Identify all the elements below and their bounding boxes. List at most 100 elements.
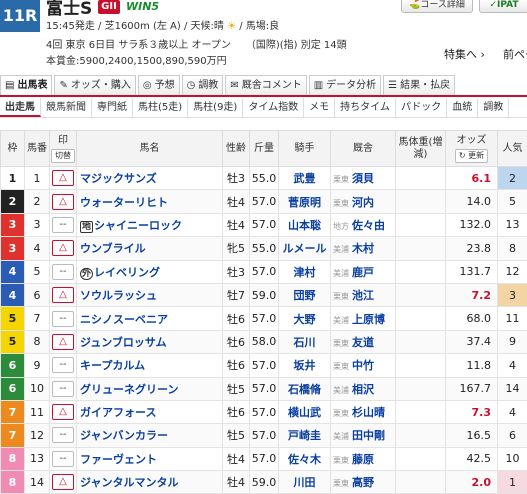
jockey-link[interactable]: 坂井 <box>294 359 316 372</box>
trainer-link[interactable]: 木村 <box>352 242 374 255</box>
table-row[interactable]: 813--ファーヴェント牡457.0佐々木栗東藤原42.510 <box>1 447 527 470</box>
table-row[interactable]: 45--外レイベリング牡357.0津村美浦鹿戸131.712 <box>1 260 527 283</box>
mark-select[interactable]: -- <box>52 357 74 373</box>
odds-cell[interactable]: 37.4 <box>446 330 498 353</box>
trainer-link[interactable]: 河内 <box>352 196 374 209</box>
odds-cell[interactable]: 167.7 <box>446 377 498 400</box>
table-row[interactable]: 34△ウンブライル牝555.0ルメール美浦木村23.88 <box>1 237 527 260</box>
table-row[interactable]: 57--ニシノスーベニア牡657.0大野美浦上原博68.011 <box>1 307 527 330</box>
trainer-link[interactable]: 池江 <box>352 289 374 302</box>
mark-select[interactable]: -- <box>52 427 74 443</box>
subtab-5[interactable]: タイム指数 <box>243 98 304 117</box>
horse-link[interactable]: ニシノスーベニア <box>80 313 168 326</box>
table-row[interactable]: 22△ウォーターリヒト牡457.0菅原明栗東河内14.05 <box>1 190 527 213</box>
mark-select[interactable]: △ <box>52 404 74 420</box>
jockey-link[interactable]: 川田 <box>294 476 316 489</box>
trainer-link[interactable]: 中竹 <box>352 359 374 372</box>
horse-link[interactable]: キープカルム <box>80 359 145 372</box>
jockey-link[interactable]: 山本聡 <box>288 219 321 232</box>
odds-cell[interactable]: 7.3 <box>446 400 498 423</box>
mark-select[interactable]: -- <box>52 217 74 233</box>
horse-link[interactable]: ジャンタルマンタル <box>80 476 178 489</box>
mark-select[interactable]: △ <box>52 334 74 350</box>
table-row[interactable]: 46△ソウルラッシュ牡759.0団野栗東池江7.23 <box>1 283 527 306</box>
odds-cell[interactable]: 68.0 <box>446 307 498 330</box>
subtab-9[interactable]: 血統 <box>447 98 478 117</box>
tab-1[interactable]: ✎オッズ・購入 <box>54 75 135 95</box>
subtab-0[interactable]: 出走馬 <box>0 98 41 117</box>
odds-cell[interactable]: 131.7 <box>446 260 498 283</box>
subtab-3[interactable]: 馬柱(5走) <box>133 98 188 117</box>
odds-cell[interactable]: 11.8 <box>446 354 498 377</box>
odds-cell[interactable]: 14.0 <box>446 190 498 213</box>
subtab-6[interactable]: メモ <box>304 98 335 117</box>
odds-cell[interactable]: 23.8 <box>446 237 498 260</box>
tab-4[interactable]: ✉厩舎コメント <box>225 75 306 95</box>
tab-5[interactable]: ▥データ分析 <box>309 75 381 95</box>
jockey-link[interactable]: 菅原明 <box>288 196 321 209</box>
horse-link[interactable]: ファーヴェント <box>80 453 157 466</box>
table-row[interactable]: 11△マジックサンズ牡355.0武豊栗東須貝6.12 <box>1 167 527 190</box>
table-row[interactable]: 58△ジュンブロッサム牡658.0石川栗東友道37.49 <box>1 330 527 353</box>
trainer-link[interactable]: 杉山晴 <box>352 406 385 419</box>
mark-toggle-button[interactable]: 切替 <box>51 149 75 163</box>
horse-link[interactable]: シャイニーロック <box>94 219 182 232</box>
odds-cell[interactable]: 6.1 <box>446 167 498 190</box>
jockey-link[interactable]: 石橋脩 <box>288 383 321 396</box>
subtab-2[interactable]: 専門紙 <box>92 98 133 117</box>
subtab-10[interactable]: 調教 <box>478 98 509 117</box>
ipat-button[interactable]: ✓IPAT <box>479 0 527 13</box>
horse-link[interactable]: ジュンブロッサム <box>80 336 167 349</box>
jockey-link[interactable]: 横山武 <box>288 406 321 419</box>
odds-cell[interactable]: 2.0 <box>446 471 498 494</box>
subtab-7[interactable]: 持ちタイム <box>335 98 396 117</box>
table-row[interactable]: 712--ジャンバンカラー牡557.0戸崎圭美浦田中剛16.56 <box>1 424 527 447</box>
tab-2[interactable]: ◎予想 <box>138 75 180 95</box>
horse-link[interactable]: レイベリング <box>94 266 160 279</box>
table-row[interactable]: 69--キープカルム牡657.0坂井栗東中竹11.84 <box>1 354 527 377</box>
horse-link[interactable]: ウォーターリヒト <box>80 196 168 209</box>
jockey-link[interactable]: 武豊 <box>294 172 316 185</box>
trainer-link[interactable]: 須貝 <box>352 172 374 185</box>
subtab-8[interactable]: パドック <box>396 98 447 117</box>
table-row[interactable]: 711△ガイアフォース牡657.0横山武栗東杉山晴7.34 <box>1 400 527 423</box>
jockey-link[interactable]: 津村 <box>294 266 316 279</box>
tab-3[interactable]: ◷調教 <box>182 75 224 95</box>
mark-select[interactable]: -- <box>52 381 74 397</box>
trainer-link[interactable]: 鹿戸 <box>352 266 374 279</box>
horse-link[interactable]: マジックサンズ <box>80 172 157 185</box>
prev-page-link[interactable]: 前ページ <box>503 46 527 62</box>
trainer-link[interactable]: 上原博 <box>352 313 385 326</box>
jockey-link[interactable]: ルメール <box>283 242 327 255</box>
odds-cell[interactable]: 132.0 <box>446 213 498 236</box>
jockey-link[interactable]: 大野 <box>294 313 316 326</box>
horse-link[interactable]: ジャンバンカラー <box>80 429 168 442</box>
horse-link[interactable]: ウンブライル <box>80 242 146 255</box>
subtab-4[interactable]: 馬柱(9走) <box>188 98 243 117</box>
odds-update-button[interactable]: ↻ 更新 <box>455 149 488 163</box>
tab-0[interactable]: ▤出馬表 <box>0 75 52 95</box>
trainer-link[interactable]: 佐々由 <box>352 219 385 232</box>
table-row[interactable]: 610--グリューネグリーン牡557.0石橋脩美浦相沢167.714 <box>1 377 527 400</box>
mark-select[interactable]: △ <box>52 170 74 186</box>
trainer-link[interactable]: 田中剛 <box>352 429 385 442</box>
horse-link[interactable]: ガイアフォース <box>80 406 156 419</box>
subtab-1[interactable]: 競馬新聞 <box>41 98 92 117</box>
horse-link[interactable]: グリューネグリーン <box>80 383 178 396</box>
trainer-link[interactable]: 藤原 <box>352 453 374 466</box>
trainer-link[interactable]: 相沢 <box>352 383 374 396</box>
trainer-link[interactable]: 高野 <box>352 476 374 489</box>
horse-link[interactable]: ソウルラッシュ <box>80 289 157 302</box>
odds-cell[interactable]: 7.2 <box>446 283 498 306</box>
table-row[interactable]: 814△ジャンタルマンタル牡459.0川田栗東高野2.01 <box>1 471 527 494</box>
mark-select[interactable]: △ <box>52 287 74 303</box>
mark-select[interactable]: -- <box>52 451 74 467</box>
mark-select[interactable]: -- <box>52 264 74 280</box>
odds-cell[interactable]: 42.5 <box>446 447 498 470</box>
trainer-link[interactable]: 友道 <box>352 336 374 349</box>
mark-select[interactable]: △ <box>52 240 74 256</box>
jockey-link[interactable]: 団野 <box>294 289 316 302</box>
table-row[interactable]: 33--地シャイニーロック牡457.0山本聡地方佐々由132.013 <box>1 213 527 236</box>
mark-select[interactable]: △ <box>52 194 74 210</box>
tab-6[interactable]: ☰結果・払戻 <box>383 75 455 95</box>
